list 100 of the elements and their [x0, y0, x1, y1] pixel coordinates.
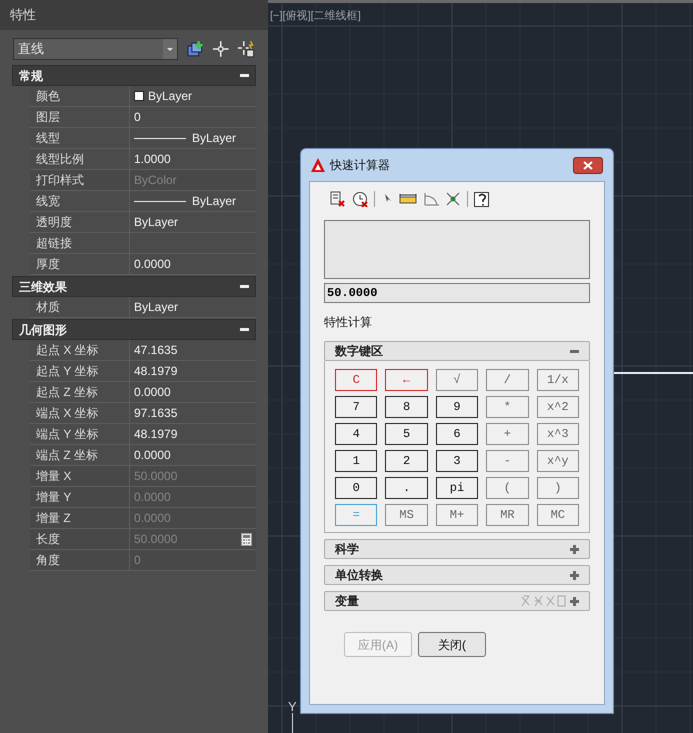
- property-label: 端点 Z 坐标: [36, 447, 98, 464]
- property-value[interactable]: ByLayer: [134, 213, 178, 231]
- color-swatch: [134, 91, 144, 101]
- calculator-key[interactable]: 1/x: [536, 369, 579, 391]
- calculator-key[interactable]: pi: [436, 477, 478, 499]
- add-selection-icon[interactable]: [186, 40, 204, 58]
- plus-icon[interactable]: [570, 544, 579, 554]
- property-label: 角度: [36, 552, 60, 569]
- calculator-key[interactable]: 0: [335, 477, 378, 499]
- calculator-key[interactable]: x^2: [536, 396, 579, 418]
- property-label: 图层: [36, 109, 60, 126]
- plus-icon[interactable]: [570, 570, 579, 580]
- dropdown-caret-icon[interactable]: [163, 39, 178, 59]
- calculator-key[interactable]: (: [486, 477, 529, 499]
- calculator-key[interactable]: √: [436, 369, 478, 391]
- calculator-key[interactable]: x^3: [536, 423, 579, 445]
- calculator-key[interactable]: 4: [335, 423, 378, 445]
- calculator-key[interactable]: MR: [486, 504, 529, 526]
- dialog-title: 快速计算器: [330, 157, 390, 174]
- axis-line: [292, 713, 293, 733]
- property-label: 增量 X: [36, 468, 72, 485]
- section-header[interactable]: 几何图形: [12, 319, 256, 340]
- property-label: 材质: [36, 299, 60, 316]
- axis-label: Y: [288, 700, 297, 713]
- calculator-key[interactable]: ←: [385, 369, 428, 391]
- property-value[interactable]: 48.1979: [134, 425, 178, 443]
- section-header[interactable]: 三维效果: [12, 276, 256, 297]
- property-value[interactable]: 97.1635: [134, 404, 178, 422]
- crosshair-icon[interactable]: [212, 40, 230, 58]
- property-label: 颜色: [36, 88, 60, 105]
- line-sample: [134, 200, 186, 202]
- property-label: 线型: [36, 130, 60, 147]
- property-value[interactable]: 0.0000: [134, 255, 171, 273]
- property-label: 增量 Y: [36, 489, 72, 506]
- property-value[interactable]: 0.0000: [134, 446, 171, 464]
- calculator-key[interactable]: +: [486, 423, 529, 445]
- property-label: 增量 Z: [36, 510, 71, 527]
- property-value[interactable]: 47.1635: [134, 341, 178, 359]
- calculator-icon[interactable]: [241, 532, 252, 546]
- calculator-key[interactable]: MS: [385, 504, 428, 526]
- property-value[interactable]: 0.0000: [134, 383, 171, 401]
- clear-history-icon[interactable]: [352, 191, 368, 207]
- minus-icon[interactable]: [240, 325, 249, 334]
- object-type-dropdown[interactable]: 直线: [13, 38, 178, 60]
- panel-title: 特性: [10, 6, 36, 24]
- section-header[interactable]: 常规: [12, 65, 256, 86]
- property-label: 线宽: [36, 193, 60, 210]
- property-value[interactable]: 0: [134, 108, 141, 126]
- panel-header[interactable]: 数字键区: [324, 341, 590, 361]
- property-label: 打印样式: [36, 172, 84, 189]
- close-icon[interactable]: [583, 160, 593, 170]
- quick-select-icon[interactable]: [237, 40, 255, 58]
- plus-icon[interactable]: [570, 596, 579, 606]
- property-value[interactable]: 1.0000: [134, 150, 171, 168]
- minus-icon[interactable]: [240, 71, 249, 80]
- property-label: 厚度: [36, 256, 60, 273]
- calculator-key[interactable]: 1: [335, 450, 378, 472]
- property-value[interactable]: ByLayer: [148, 87, 192, 105]
- calculator-key[interactable]: 2: [385, 450, 428, 472]
- calculator-key[interactable]: -: [486, 450, 529, 472]
- angle-icon[interactable]: [423, 191, 439, 207]
- calculator-key[interactable]: x^y: [536, 450, 579, 472]
- property-label: 超链接: [36, 235, 72, 252]
- calculator-key[interactable]: C: [335, 369, 378, 391]
- property-label: 起点 X 坐标: [36, 342, 99, 359]
- app-logo-icon: [311, 158, 325, 172]
- property-label: 起点 Y 坐标: [36, 363, 98, 380]
- calculator-key[interactable]: MC: [536, 504, 579, 526]
- property-value[interactable]: ByLayer: [192, 129, 236, 147]
- clear-calculator-icon[interactable]: [330, 191, 346, 207]
- property-label: 线型比例: [36, 151, 84, 168]
- expression-input-field[interactable]: 50.0000: [324, 283, 590, 303]
- property-label: 透明度: [36, 214, 72, 231]
- calculator-key[interactable]: 8: [385, 396, 428, 418]
- property-value[interactable]: ByLayer: [134, 298, 178, 316]
- calculator-key[interactable]: /: [486, 369, 529, 391]
- calculator-key[interactable]: ): [536, 477, 579, 499]
- calculator-key[interactable]: 6: [436, 423, 478, 445]
- calculator-key[interactable]: 9: [436, 396, 478, 418]
- property-label: 端点 X 坐标: [36, 405, 99, 422]
- viewport-label[interactable]: [−][俯视][二维线框]: [270, 8, 361, 24]
- panel-header[interactable]: 变量: [324, 591, 590, 611]
- property-label: 起点 Z 坐标: [36, 384, 98, 401]
- intersection-icon[interactable]: [445, 191, 461, 207]
- calculator-key[interactable]: .: [385, 477, 428, 499]
- panel-header[interactable]: 单位转换: [324, 565, 590, 585]
- close-button[interactable]: [573, 156, 603, 174]
- property-label: 长度: [36, 531, 60, 548]
- mode-label: 特性计算: [324, 314, 373, 331]
- calculator-key[interactable]: 5: [385, 423, 428, 445]
- calculator-key[interactable]: 3: [436, 450, 478, 472]
- panel-header[interactable]: 科学: [324, 539, 590, 559]
- dialog-button[interactable]: 关闭(: [418, 632, 486, 657]
- minus-icon[interactable]: [240, 282, 249, 291]
- property-value[interactable]: ByLayer: [192, 192, 236, 210]
- calculator-key[interactable]: *: [486, 396, 529, 418]
- property-value[interactable]: 48.1979: [134, 362, 178, 380]
- calculator-key[interactable]: M+: [436, 504, 478, 526]
- calculator-key[interactable]: 7: [335, 396, 378, 418]
- property-label: 端点 Y 坐标: [36, 426, 98, 443]
